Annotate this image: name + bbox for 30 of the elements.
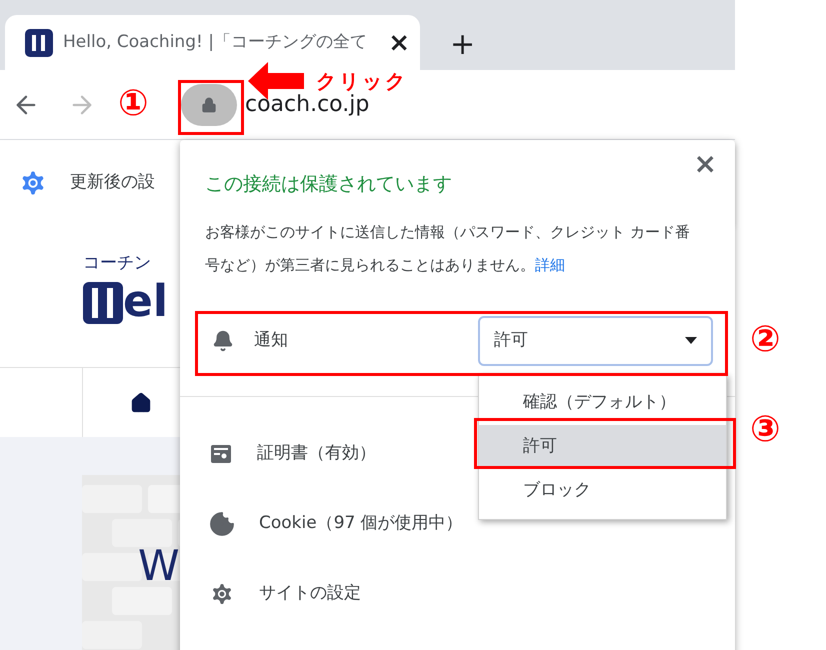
- dropdown-option[interactable]: ブロック: [479, 469, 726, 513]
- site-logo-text: el: [123, 280, 168, 324]
- dropdown-option[interactable]: 許可: [479, 425, 726, 469]
- cookie-icon: [209, 510, 235, 536]
- close-tab-button[interactable]: ×: [388, 30, 410, 56]
- step-number: ③: [750, 412, 780, 448]
- step-number: ①: [118, 86, 148, 122]
- step-number: ②: [750, 322, 780, 358]
- logo-icon: [25, 28, 53, 56]
- site-info-item[interactable]: サイトの設定: [205, 558, 717, 628]
- site-tagline: コーチン: [83, 255, 151, 272]
- lock-button[interactable]: [181, 84, 237, 126]
- hero-text: W: [138, 545, 180, 587]
- popup-description: お客様がこのサイトに送信した情報（パスワード、クレジット カード番号など）が第三者に見られることはありません。詳細: [205, 222, 691, 276]
- bell-icon: [212, 330, 234, 352]
- tab-title: Hello, Coaching! |「コーチングの全て: [63, 30, 368, 54]
- highlight-frame: [178, 80, 244, 135]
- notice-text: 更新後の設: [70, 170, 155, 194]
- details-link[interactable]: 詳細: [535, 256, 565, 274]
- browser-tab[interactable]: Hello, Coaching! |「コーチングの全て ×: [5, 15, 420, 70]
- permission-select[interactable]: 許可: [478, 316, 713, 366]
- permission-label: 通知: [254, 328, 288, 352]
- new-tab-button[interactable]: +: [450, 30, 476, 60]
- click-label: クリック: [316, 68, 408, 94]
- popup-title: この接続は保護されています: [205, 172, 452, 197]
- home-icon[interactable]: [130, 392, 152, 414]
- site-logo-icon: [83, 282, 123, 324]
- lock-icon: [201, 96, 217, 112]
- caret-icon: [685, 337, 697, 344]
- close-button[interactable]: ×: [694, 150, 717, 178]
